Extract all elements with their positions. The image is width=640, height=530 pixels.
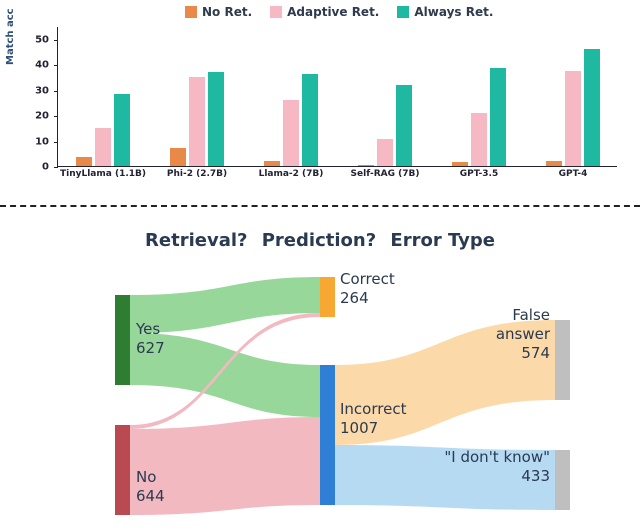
bar-adapt	[189, 77, 205, 166]
bar-no-ret	[358, 165, 374, 166]
legend-item-adaptive-ret: Adaptive Ret.	[270, 5, 379, 19]
label-text: No	[136, 468, 156, 486]
label-value: 644	[136, 487, 165, 505]
node-idk	[555, 450, 570, 510]
y-tick-label: 30	[35, 85, 49, 96]
label-value: 264	[340, 289, 369, 307]
sankey-header-prediction: Prediction?	[262, 230, 376, 251]
bar-adapt	[283, 100, 299, 166]
label-value: 433	[521, 467, 550, 485]
bar-adapt	[377, 139, 393, 166]
bar-group	[440, 68, 518, 166]
label-value: 627	[136, 339, 165, 357]
bar-always	[114, 94, 130, 167]
sankey-svg	[0, 265, 640, 525]
legend-swatch-icon	[397, 6, 409, 18]
y-tick	[54, 142, 58, 143]
bar-always	[490, 68, 506, 166]
legend-label: Adaptive Ret.	[287, 5, 379, 19]
y-tick	[54, 40, 58, 41]
x-tick-label: Phi-2 (2.7B)	[152, 169, 242, 179]
label-false-answer: False answer 574	[455, 306, 550, 362]
label-incorrect: Incorrect 1007	[340, 400, 406, 438]
bar-adapt	[471, 113, 487, 167]
bar-no-ret	[170, 148, 186, 166]
y-tick-label: 50	[35, 34, 49, 45]
bar-always	[208, 72, 224, 166]
y-tick	[54, 116, 58, 117]
label-correct: Correct 264	[340, 270, 395, 308]
node-incorrect	[320, 365, 335, 505]
y-axis-label: Match acc	[5, 8, 16, 65]
label-text: Yes	[136, 320, 160, 338]
label-value: 1007	[340, 419, 378, 437]
label-idk: "I don't know" 433	[440, 448, 550, 486]
bar-always	[584, 49, 600, 166]
y-tick-label: 0	[42, 162, 49, 173]
bar-adapt	[565, 71, 581, 167]
y-tick-label: 40	[35, 60, 49, 71]
bar-group	[346, 85, 424, 167]
bar-always	[302, 74, 318, 166]
y-tick	[54, 167, 58, 168]
figure-container: No Ret. Adaptive Ret. Always Ret. Match …	[0, 0, 640, 530]
label-no: No 644	[136, 468, 165, 506]
y-tick	[54, 65, 58, 66]
bar-no-ret	[76, 157, 92, 166]
label-text: "I don't know"	[444, 448, 550, 466]
sankey-chart: Retrieval? Prediction? Error Type	[0, 220, 640, 530]
legend-label: No Ret.	[202, 5, 252, 19]
legend-item-no-ret: No Ret.	[185, 5, 252, 19]
bar-always	[396, 85, 412, 167]
x-tick-label: TinyLlama (1.1B)	[58, 169, 148, 179]
bar-no-ret	[546, 161, 562, 166]
bar-group	[158, 72, 236, 166]
node-no	[115, 425, 130, 515]
node-false-answer	[555, 320, 570, 400]
label-text: False answer	[496, 306, 550, 343]
node-yes	[115, 295, 130, 385]
sankey-headers: Retrieval? Prediction? Error Type	[0, 230, 640, 251]
divider-dashed	[0, 205, 640, 207]
x-tick-label: GPT-3.5	[434, 169, 524, 179]
bar-legend: No Ret. Adaptive Ret. Always Ret.	[185, 5, 493, 19]
label-yes: Yes 627	[136, 320, 165, 358]
bar-no-ret	[264, 161, 280, 166]
y-tick	[54, 91, 58, 92]
y-tick-label: 20	[35, 111, 49, 122]
legend-swatch-icon	[185, 6, 197, 18]
legend-label: Always Ret.	[414, 5, 493, 19]
bar-plot-area: 0 10 20 30 40 50 TinyLlama (1.1B)	[57, 27, 617, 167]
bar-chart: No Ret. Adaptive Ret. Always Ret. Match …	[45, 5, 625, 190]
x-tick-label: GPT-4	[528, 169, 618, 179]
bar-group	[534, 49, 612, 166]
sankey-header-error: Error Type	[390, 230, 495, 251]
y-tick-label: 10	[35, 136, 49, 147]
label-text: Incorrect	[340, 400, 406, 418]
bar-adapt	[95, 128, 111, 166]
bar-no-ret	[452, 162, 468, 166]
legend-swatch-icon	[270, 6, 282, 18]
bar-group	[64, 94, 142, 167]
bar-group	[252, 74, 330, 166]
x-tick-label: Llama-2 (7B)	[246, 169, 336, 179]
x-tick-label: Self-RAG (7B)	[340, 169, 430, 179]
node-correct	[320, 277, 335, 317]
sankey-header-retrieval: Retrieval?	[145, 230, 247, 251]
label-value: 574	[521, 344, 550, 362]
label-text: Correct	[340, 270, 395, 288]
legend-item-always-ret: Always Ret.	[397, 5, 493, 19]
